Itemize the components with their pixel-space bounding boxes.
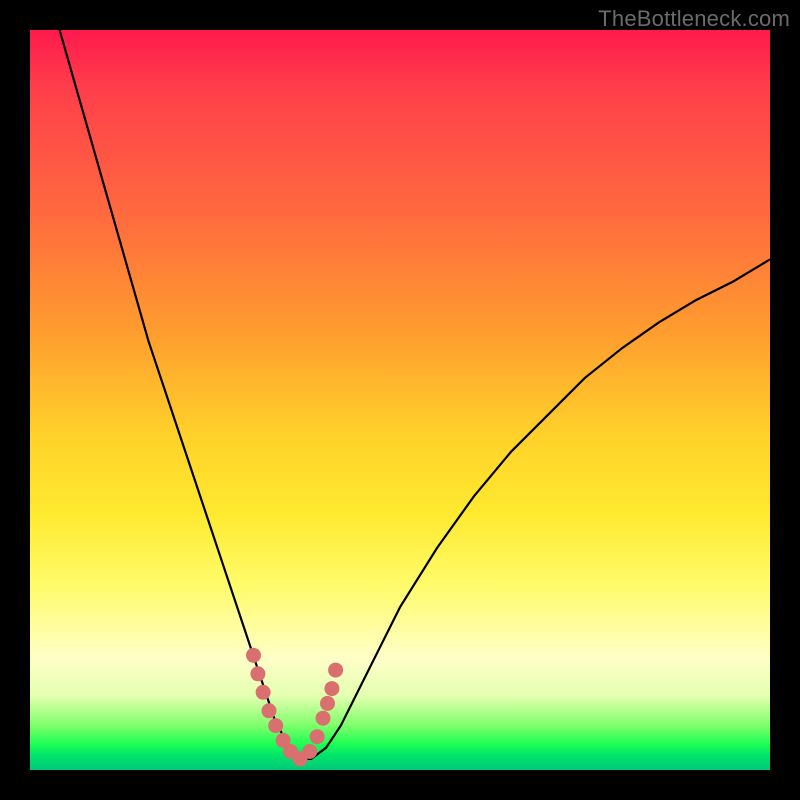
highlight-dot xyxy=(310,729,325,744)
highlight-dot xyxy=(316,711,331,726)
highlight-dot xyxy=(324,681,339,696)
highlight-dots xyxy=(246,648,343,767)
highlight-dot xyxy=(302,744,317,759)
highlight-dot xyxy=(250,666,265,681)
curve-layer xyxy=(30,30,770,770)
highlight-dot xyxy=(246,648,261,663)
chart-frame: TheBottleneck.com xyxy=(0,0,800,800)
plot-area xyxy=(30,30,770,770)
highlight-dot xyxy=(256,685,271,700)
bottleneck-curve xyxy=(60,30,770,759)
highlight-dot xyxy=(320,696,335,711)
watermark-text: TheBottleneck.com xyxy=(598,6,790,32)
highlight-dot xyxy=(268,718,283,733)
highlight-dot xyxy=(262,703,277,718)
highlight-dot xyxy=(328,663,343,678)
